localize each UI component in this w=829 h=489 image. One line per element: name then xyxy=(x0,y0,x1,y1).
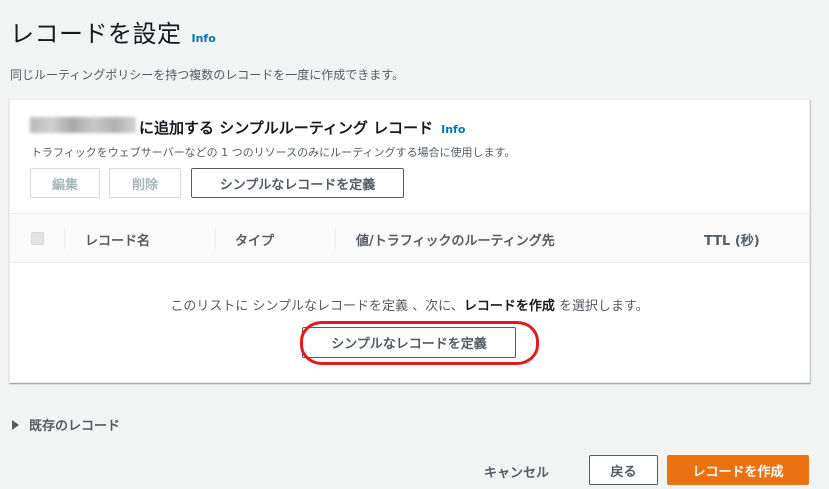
page-description: 同じルーティングポリシーを持つ複数のレコードを一度に作成できます。 xyxy=(10,68,405,82)
back-button[interactable]: 戻る xyxy=(589,455,658,485)
records-panel: に追加する シンプルルーティング レコード Info トラフィックをウェブサーバ… xyxy=(9,99,810,383)
empty-text-1: このリストに シンプルなレコードを定義 、次に、 xyxy=(170,299,464,314)
column-record-name[interactable]: レコード名 xyxy=(85,230,150,249)
column-type[interactable]: タイプ xyxy=(235,230,274,249)
column-divider xyxy=(335,228,336,249)
existing-records-label: 既存のレコード xyxy=(29,419,121,434)
existing-records-toggle[interactable]: 既存のレコード xyxy=(12,415,120,434)
records-table-header: レコード名 タイプ 値/トラフィックのルーティング先 TTL (秒) xyxy=(10,213,809,263)
column-divider xyxy=(215,228,216,249)
page-info-link[interactable]: Info xyxy=(192,32,216,45)
panel-description: トラフィックをウェブサーバーなどの 1 つのリソースのみにルーティングする場合に… xyxy=(31,146,516,159)
panel-info-link[interactable]: Info xyxy=(441,123,465,136)
caret-right-icon xyxy=(12,419,19,430)
redacted-domain-name xyxy=(30,117,136,133)
column-divider xyxy=(64,228,65,249)
delete-button[interactable]: 削除 xyxy=(109,168,181,198)
page-title: レコードを設定 xyxy=(10,20,182,48)
cancel-button[interactable]: キャンセル xyxy=(484,462,549,481)
page-header: レコードを設定 Info xyxy=(10,14,216,49)
empty-state-message: このリストに シンプルなレコードを定義 、次に、レコードを作成 を選択します。 xyxy=(10,295,809,314)
column-value[interactable]: 値/トラフィックのルーティング先 xyxy=(356,230,555,249)
define-simple-record-button[interactable]: シンプルなレコードを定義 xyxy=(191,168,404,198)
panel-title: に追加する シンプルルーティング レコード xyxy=(139,119,434,137)
create-records-button[interactable]: レコードを作成 xyxy=(667,455,809,485)
edit-button[interactable]: 編集 xyxy=(30,168,100,198)
panel-header: に追加する シンプルルーティング レコード Info xyxy=(30,117,465,138)
define-simple-record-center-button[interactable]: シンプルなレコードを定義 xyxy=(302,327,516,358)
column-ttl[interactable]: TTL (秒) xyxy=(704,230,760,249)
empty-text-bold: レコードを作成 xyxy=(463,299,555,314)
select-all-checkbox[interactable] xyxy=(31,232,44,245)
empty-text-2: を選択します。 xyxy=(554,299,649,314)
